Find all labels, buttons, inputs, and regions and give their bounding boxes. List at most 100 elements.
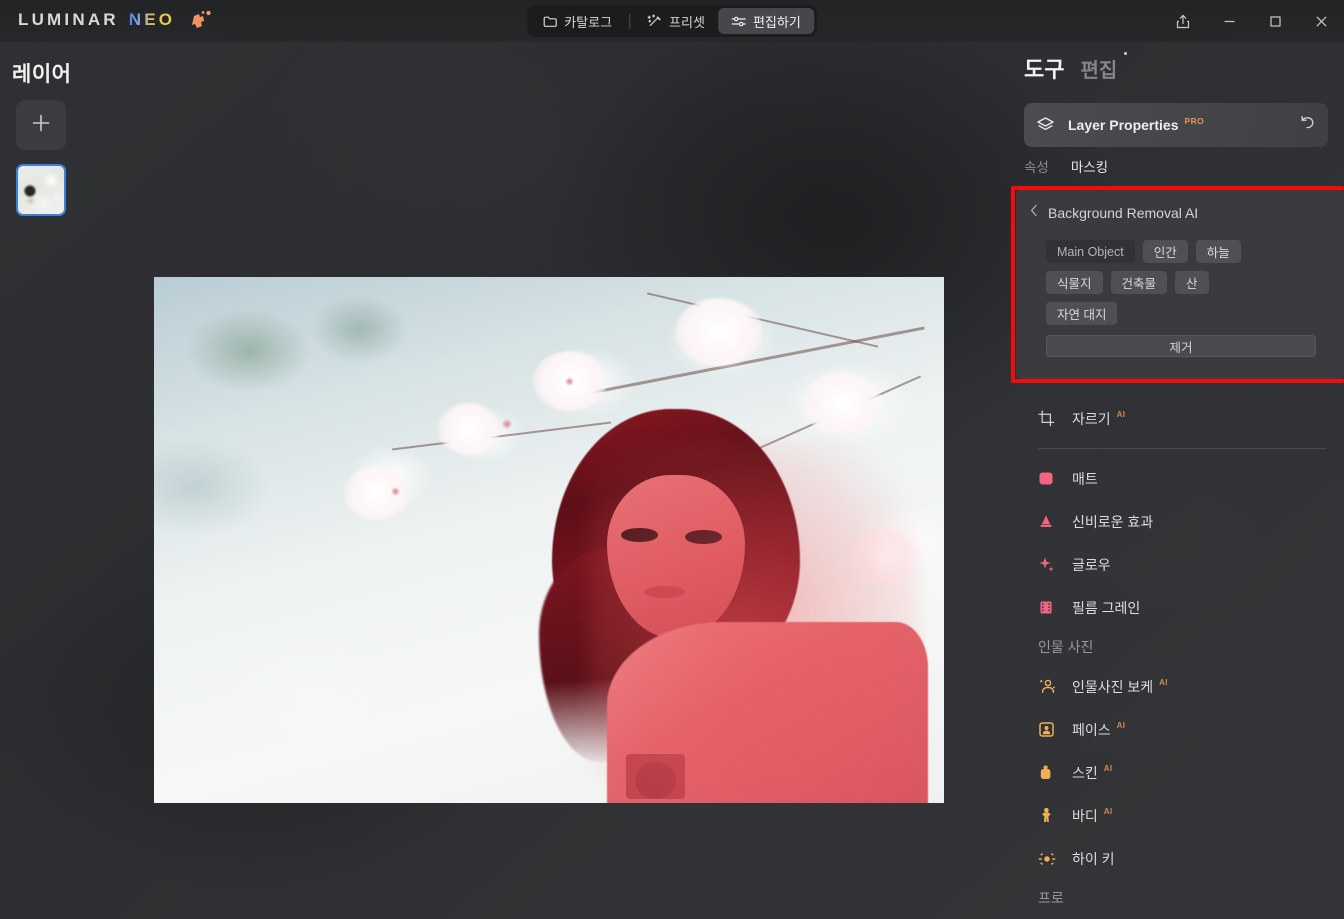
tab-presets[interactable]: 프리셋 [634,8,718,34]
minimize-icon [1223,15,1236,28]
tool-high-key[interactable]: 하이 키 [1000,837,1344,880]
tool-film-grain-label: 필름 그레인 [1072,599,1141,616]
tab-catalog[interactable]: 카탈로그 [530,8,625,34]
blossom-decor [343,466,410,521]
minimize-button[interactable] [1206,0,1252,42]
background-removal-section: Background Removal AI Main Object 인간 하늘 … [1016,190,1344,379]
layers-panel: 레이어 [0,42,150,919]
chip-row-2: 식물지 건축물 산 [1046,271,1326,294]
puzzle-piece-icon [189,9,215,31]
tool-skin[interactable]: 스킨 AI [1000,751,1344,794]
tool-mystical[interactable]: 신비로운 효과 [1000,500,1344,543]
add-layer-button[interactable] [16,100,66,150]
tool-film-grain[interactable]: 필름 그레인 [1000,586,1344,629]
ai-badge: AI [1159,678,1168,687]
background-removal-back[interactable]: Background Removal AI [1030,204,1198,222]
tool-list: 자르기 AI 매트 신비로운 효과 글로우 필름 그레인 인물 사진 인물사진 … [1000,397,1344,916]
chip-sky[interactable]: 하늘 [1195,240,1241,263]
share-icon [1176,14,1190,29]
ai-badge: AI [1116,721,1126,730]
tab-edit-label: 편집하기 [752,14,801,30]
tool-face-label: 페이스 [1072,721,1111,738]
close-icon [1315,15,1328,28]
brand-neo-text: NEO [128,10,176,29]
portrait-bokeh-icon [1038,678,1060,695]
mystical-icon [1038,513,1060,530]
section-pro: 프로 [1038,890,1064,906]
close-button[interactable] [1298,0,1344,42]
chip-human[interactable]: 인간 [1142,240,1188,263]
face-icon [1038,721,1060,738]
tab-presets-label: 프리셋 [669,14,705,30]
reset-arrow-icon[interactable] [1299,115,1316,136]
matte-icon [1038,470,1060,487]
title-bar: LUMINAR NEO 카탈로그 프리셋 편집하기 [0,0,1344,42]
brand-luminar-text: LUMINAR [18,10,119,29]
tools-panel-header: 도구 편집 [1024,52,1128,84]
tool-body[interactable]: 바디 AI [1000,794,1344,837]
app-logo: LUMINAR NEO [18,9,215,31]
tab-edits[interactable]: 편집 [1080,52,1128,83]
glow-icon [1038,556,1060,574]
canvas-area [150,42,1020,919]
chip-mountain[interactable]: 산 [1175,271,1209,294]
section-portrait: 인물 사진 [1038,639,1094,655]
edits-indicator-dot [1124,52,1128,55]
layers-icon [1036,116,1056,134]
background-removal-title: Background Removal AI [1048,205,1199,221]
sub-tab-masking[interactable]: 마스킹 [1071,156,1108,176]
high-key-icon [1038,851,1060,867]
maximize-icon [1269,15,1282,28]
pro-badge: PRO [1184,116,1205,126]
film-grain-icon [1038,599,1060,616]
chip-main-object[interactable]: Main Object [1046,240,1135,263]
ai-badge: AI [1116,410,1126,419]
window-controls [1160,0,1344,42]
tool-crop-label: 자르기 [1072,410,1111,427]
sliders-icon [731,15,746,28]
layer-thumbnail-1[interactable] [16,164,66,216]
tool-mystical-label: 신비로운 효과 [1072,513,1154,530]
tool-crop[interactable]: 자르기 AI [1000,397,1344,440]
tool-matte-label: 매트 [1072,470,1098,487]
tab-edit[interactable]: 편집하기 [717,8,814,34]
masked-subject [470,393,929,803]
chip-vegetation[interactable]: 식물지 [1046,271,1103,294]
tool-list-divider [1038,448,1326,449]
sub-tab-properties[interactable]: 속성 [1024,156,1049,176]
tool-glow[interactable]: 글로우 [1000,543,1344,586]
chip-natural-ground[interactable]: 자연 대지 [1046,302,1118,325]
wand-sparkle-icon [647,14,662,28]
tool-high-key-label: 하이 키 [1072,850,1115,867]
tab-divider [629,13,631,29]
chip-architecture[interactable]: 건축물 [1110,271,1168,294]
edited-photo[interactable] [154,277,944,803]
remove-button[interactable]: 제거 [1046,335,1316,357]
maximize-button[interactable] [1252,0,1298,42]
luminar-neo-window: LUMINAR NEO 카탈로그 프리셋 편집하기 레이어 도구 편집 Laye… [0,0,1344,919]
object-chip-group: Main Object 인간 하늘 식물지 건축물 산 자연 대지 [1046,240,1326,333]
layer-properties-card[interactable]: Layer Properties PRO [1024,103,1328,147]
blossom-center-decor [564,376,574,386]
layer-properties-title: Layer Properties [1068,117,1179,133]
tool-portrait-bokeh[interactable]: 인물사진 보케 AI [1000,665,1344,708]
chip-row-3: 자연 대지 [1046,302,1326,325]
ai-badge: AI [1103,807,1113,816]
tool-face[interactable]: 페이스 AI [1000,708,1344,751]
tool-skin-label: 스킨 [1072,764,1098,781]
main-mode-tabs: 카탈로그 프리셋 편집하기 [527,5,817,37]
plus-icon [30,112,52,139]
tab-catalog-label: 카탈로그 [564,14,613,30]
tool-matte[interactable]: 매트 [1000,457,1344,500]
blossom-decor [675,298,764,367]
layer-sub-tabs: 속성 마스킹 [1024,156,1108,176]
ai-badge: AI [1103,764,1113,773]
tab-tools[interactable]: 도구 [1024,52,1064,84]
chevron-left-icon [1030,204,1038,222]
share-button[interactable] [1160,0,1206,42]
red-mask-overlay [589,441,920,803]
body-icon [1038,807,1060,824]
tool-body-label: 바디 [1072,807,1098,824]
layer-thumbnail-image [18,166,64,214]
layers-panel-title: 레이어 [12,63,72,86]
